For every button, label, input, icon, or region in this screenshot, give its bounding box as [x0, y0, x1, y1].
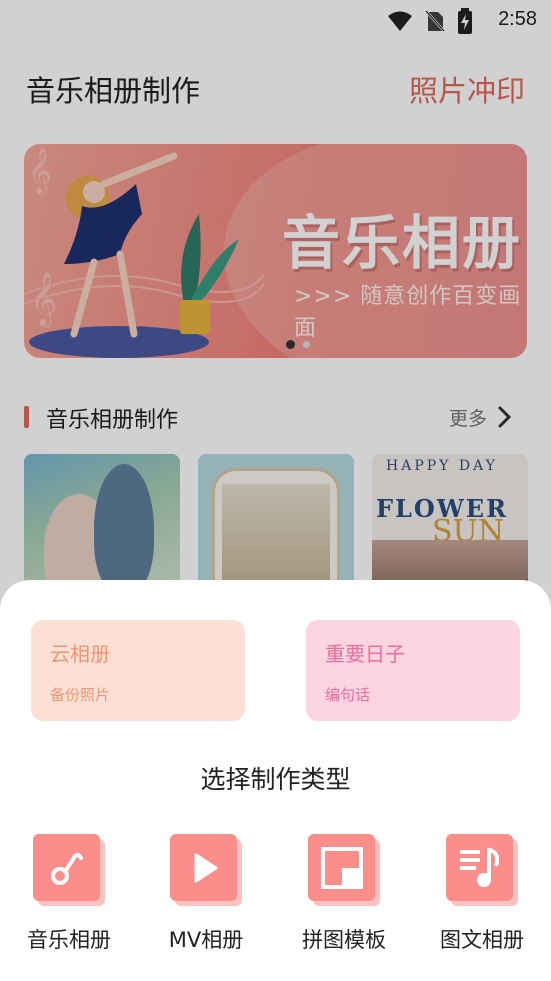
important-days-title: 重要日子: [325, 642, 405, 666]
type-label: 音乐相册: [27, 928, 111, 952]
type-label: MV相册: [168, 928, 244, 952]
type-label: 拼图模板: [302, 928, 386, 952]
text-music-icon: [446, 834, 518, 906]
cloud-album-subtitle: 备份照片: [50, 686, 111, 704]
type-label: 图文相册: [440, 928, 524, 952]
type-mv-album[interactable]: MV相册: [146, 832, 266, 962]
cloud-album-title: 云相册: [50, 642, 110, 666]
type-music-album[interactable]: 音乐相册: [9, 832, 129, 962]
cloud-album-card[interactable]: 云相册 备份照片: [31, 620, 245, 721]
play-icon: [170, 834, 242, 906]
sheet-title: 选择制作类型: [200, 765, 351, 794]
music-note-icon: [33, 834, 105, 906]
create-type-bottom-sheet: 云相册 备份照片 重要日子 编句话 选择制作类型 音乐相册 MV相册 拼图模板 …: [0, 580, 551, 981]
collage-icon: [308, 834, 380, 906]
type-text-album[interactable]: 图文相册: [422, 832, 542, 962]
type-options: 音乐相册 MV相册 拼图模板 图文相册: [0, 832, 551, 962]
important-days-subtitle: 编句话: [325, 686, 371, 704]
type-collage-template[interactable]: 拼图模板: [284, 832, 404, 962]
important-days-card[interactable]: 重要日子 编句话: [306, 620, 520, 721]
